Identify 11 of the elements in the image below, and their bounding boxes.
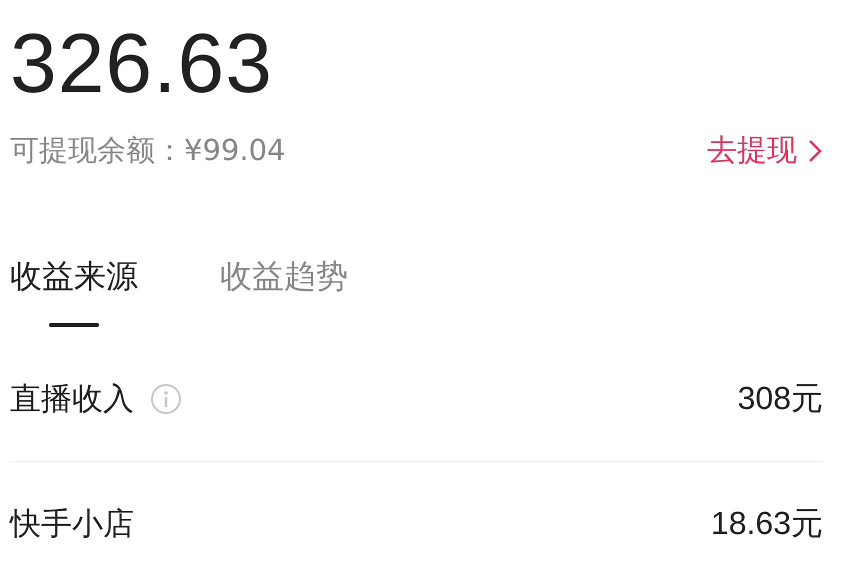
total-amount: 326.63 <box>10 18 274 108</box>
income-label: 直播收入 <box>10 380 134 419</box>
chevron-right-icon <box>807 138 823 164</box>
info-icon[interactable] <box>150 383 182 415</box>
withdrawable-balance: 可提现余额：¥99.04 <box>10 132 286 168</box>
tab[interactable]: 收益来源 <box>10 255 138 327</box>
income-value: 18.63元 <box>710 504 823 543</box>
income-label: 快手小店 <box>10 505 134 544</box>
tab[interactable]: 收益趋势 <box>220 255 348 327</box>
income-value: 308元 <box>738 379 823 418</box>
withdraw-link[interactable]: 去提现 <box>707 130 823 171</box>
